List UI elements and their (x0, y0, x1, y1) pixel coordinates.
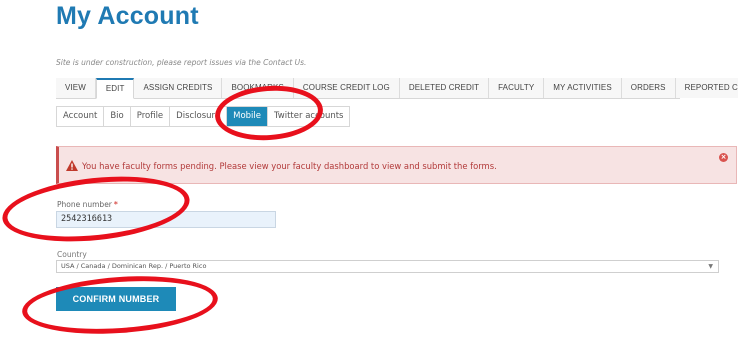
annotation-circle-phone-number (0, 168, 193, 250)
country-label: Country (57, 250, 87, 259)
tab-orders[interactable]: ORDERS (621, 78, 676, 98)
close-circle-icon[interactable]: × (719, 153, 728, 162)
subtab-account[interactable]: Account (57, 107, 105, 126)
tab-reported-credit[interactable]: REPORTED CREDIT (675, 78, 738, 98)
warning-triangle-icon (66, 160, 78, 171)
primary-tabs: VIEW EDIT ASSIGN CREDITS BOOKMARKS COURS… (56, 78, 738, 99)
tab-faculty[interactable]: FACULTY (489, 78, 545, 98)
construction-notice: Site is under construction, please repor… (56, 58, 307, 67)
alert-message: You have faculty forms pending. Please v… (82, 161, 497, 171)
tab-my-activities[interactable]: MY ACTIVITIES (544, 78, 622, 98)
tab-assign-credits[interactable]: ASSIGN CREDITS (134, 78, 223, 98)
annotation-circle-confirm-button (20, 270, 220, 339)
faculty-forms-alert: You have faculty forms pending. Please v… (56, 146, 737, 184)
tab-edit[interactable]: EDIT (95, 78, 135, 99)
page-title: My Account (56, 2, 199, 30)
subtab-bio[interactable]: Bio (104, 107, 131, 126)
tab-deleted-credit[interactable]: DELETED CREDIT (399, 78, 490, 98)
country-selected-value: USA / Canada / Dominican Rep. / Puerto R… (61, 262, 207, 270)
tab-view[interactable]: VIEW (56, 78, 96, 98)
country-select[interactable]: USA / Canada / Dominican Rep. / Puerto R… (56, 260, 719, 273)
subtab-profile[interactable]: Profile (130, 107, 171, 126)
chevron-down-icon: ▼ (708, 263, 713, 270)
